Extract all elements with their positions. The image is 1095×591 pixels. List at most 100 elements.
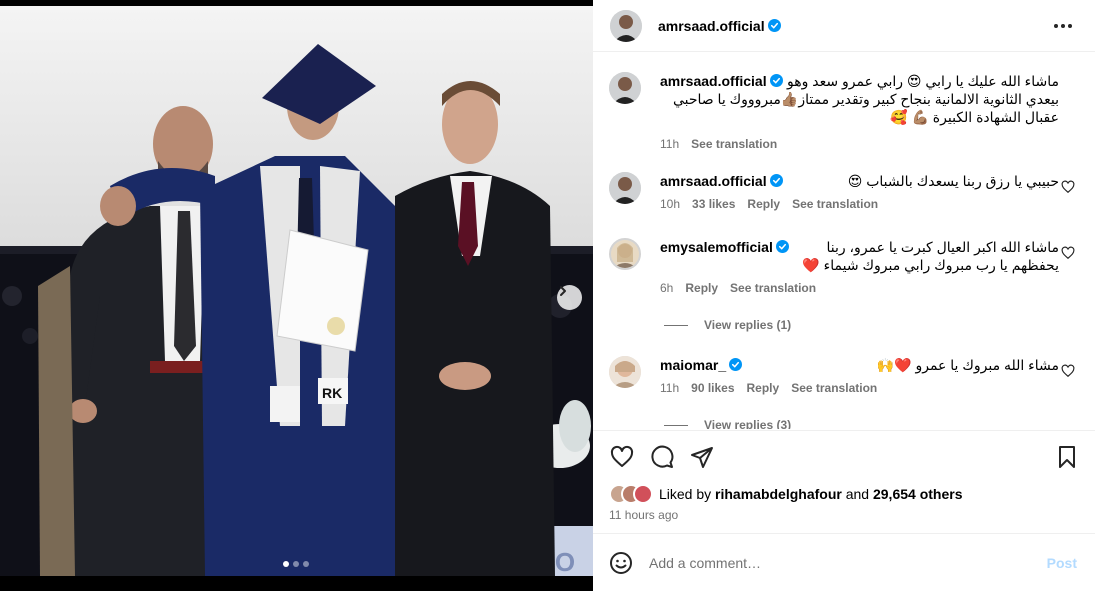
avatar-image	[609, 72, 641, 104]
avatar-image	[609, 356, 641, 388]
view-replies-label[interactable]: View replies (1)	[704, 318, 791, 332]
comment-text: ماشاء الله اكبر العيال كبرت يا عمرو، ربن…	[826, 239, 1060, 255]
post-header: amrsaad.official	[593, 0, 1095, 52]
comment-time[interactable]: 10h	[660, 197, 680, 211]
comment-likes-count[interactable]: 90 likes	[691, 381, 734, 395]
comment-username-text[interactable]: emysalemofficial	[660, 239, 773, 255]
comment-reply-button[interactable]: Reply	[747, 381, 780, 395]
comment-text-2: يحفظهم يا رب مبروك رابي مبروك شيماء ❤️	[802, 257, 1059, 273]
comment-line: مشاء الله مبروك يا عمرو ❤️🙌 maiomar_	[660, 356, 1059, 374]
comment-avatar[interactable]	[609, 356, 641, 388]
comment-reply-button[interactable]: Reply	[685, 281, 718, 295]
comment-like-heart-icon[interactable]	[1061, 246, 1075, 260]
view-replies-line	[664, 424, 688, 426]
more-horizontal-icon	[1054, 24, 1072, 28]
avatar-image	[609, 172, 641, 204]
comment-meta: 6h Reply See translation	[660, 281, 1059, 295]
caption-text-1: ماشاء الله عليك يا رابي 😍 رابي عمرو سعد …	[787, 73, 1059, 89]
comment-likes-count[interactable]: 33 likes	[692, 197, 735, 211]
caption-username-text[interactable]: amrsaad.official	[660, 73, 767, 89]
caption-body: ماشاء الله عليك يا رابي 😍 رابي عمرو سعد …	[660, 72, 1059, 151]
author-username[interactable]: amrsaad.official	[658, 18, 781, 34]
verified-badge-icon	[769, 74, 783, 87]
comment-avatar[interactable]	[609, 172, 641, 204]
post-side-panel: amrsaad.official ماشاء الله عليك يا رابي…	[593, 0, 1095, 591]
comment-reply-button[interactable]: Reply	[747, 197, 780, 211]
comment-meta: 11h 90 likes Reply See translation	[660, 381, 1059, 395]
caption-time[interactable]: 11h	[660, 137, 679, 151]
comment-username[interactable]: maiomar_	[660, 356, 743, 374]
comment-input[interactable]	[649, 554, 1029, 571]
emoji-icon[interactable]	[609, 551, 633, 575]
caption-line-1: ماشاء الله عليك يا رابي 😍 رابي عمرو سعد …	[660, 72, 1059, 90]
author-username-text[interactable]: amrsaad.official	[658, 18, 765, 34]
comment-time[interactable]: 11h	[660, 381, 679, 395]
post-photo[interactable]: SCHUL KAIRO	[0, 6, 593, 576]
comment-item: حبيبي يا رزق ربنا يسعدك بالشباب 😍 amrsaa…	[609, 172, 1079, 216]
svg-text:RK: RK	[322, 385, 342, 401]
post-timestamp[interactable]: 11 hours ago	[609, 508, 678, 522]
graduation-photo: SCHUL KAIRO	[0, 6, 593, 576]
comment-time[interactable]: 6h	[660, 281, 673, 295]
comment-see-translation[interactable]: See translation	[791, 381, 877, 395]
comment-body: ماشاء الله اكبر العيال كبرت يا عمرو، ربن…	[660, 238, 1059, 295]
comment-item: مشاء الله مبروك يا عمرو ❤️🙌 maiomar_ 11h…	[609, 356, 1079, 400]
comment-text: حبيبي يا رزق ربنا يسعدك بالشباب 😍	[847, 173, 1059, 189]
comment-username[interactable]: emysalemofficial	[660, 238, 789, 256]
comment-like-heart-icon[interactable]	[1061, 180, 1075, 194]
comment-like-heart-icon[interactable]	[1061, 364, 1075, 378]
more-options-button[interactable]	[1051, 14, 1075, 38]
carousel-dot	[293, 561, 299, 567]
liker-avatar[interactable]	[633, 484, 653, 504]
chevron-right-icon	[560, 286, 566, 296]
comment-text: مشاء الله مبروك يا عمرو ❤️🙌	[876, 357, 1059, 373]
caption-username[interactable]: amrsaad.official	[660, 72, 783, 90]
verified-badge-icon	[769, 174, 783, 187]
caption-item: ماشاء الله عليك يا رابي 😍 رابي عمرو سعد …	[609, 72, 1079, 152]
comment-username-text[interactable]: amrsaad.official	[660, 173, 767, 189]
comment-see-translation[interactable]: See translation	[792, 197, 878, 211]
likes-summary: Liked by rihamabdelghafour and 29,654 ot…	[609, 484, 962, 504]
carousel-dot-active	[283, 561, 289, 567]
carousel-dot	[303, 561, 309, 567]
likes-user-link[interactable]: rihamabdelghafour	[715, 486, 842, 502]
view-replies-button[interactable]: View replies (3)	[664, 418, 791, 429]
instagram-post-modal: SCHUL KAIRO	[0, 0, 1095, 591]
verified-badge-icon	[775, 240, 789, 253]
comment-meta: 10h 33 likes Reply See translation	[660, 197, 1059, 211]
caption-text-3: عقبال الشهادة الكبيرة 💪🏽 🥰	[890, 109, 1059, 125]
add-comment-bar: Post	[593, 533, 1095, 591]
comment-icon[interactable]	[650, 445, 674, 469]
likes-others-link[interactable]: 29,654 others	[873, 486, 963, 502]
verified-badge-icon	[767, 18, 781, 32]
caption-text-2: بيعدي الثانوية الالمانية بنجاح كبير وتقد…	[672, 91, 1059, 107]
comment-item: ماشاء الله اكبر العيال كبرت يا عمرو، ربن…	[609, 238, 1079, 298]
avatar-image	[611, 240, 639, 268]
caption-meta: 11h See translation	[660, 137, 1059, 151]
comment-avatar[interactable]	[609, 238, 641, 270]
likes-prefix: Liked by	[659, 486, 716, 502]
bookmark-icon[interactable]	[1055, 445, 1079, 469]
comment-see-translation[interactable]: See translation	[730, 281, 816, 295]
comment-body: حبيبي يا رزق ربنا يسعدك بالشباب 😍 amrsaa…	[660, 172, 1059, 211]
likes-text: Liked by rihamabdelghafour and 29,654 ot…	[659, 486, 962, 502]
comment-line: ماشاء الله اكبر العيال كبرت يا عمرو، ربن…	[660, 238, 1059, 256]
view-replies-label[interactable]: View replies (3)	[704, 418, 791, 429]
caption-see-translation[interactable]: See translation	[691, 137, 777, 151]
heart-icon[interactable]	[610, 445, 634, 469]
comment-username[interactable]: amrsaad.official	[660, 172, 783, 190]
view-replies-line	[664, 324, 688, 326]
carousel-next-button[interactable]	[557, 285, 582, 310]
view-replies-button[interactable]: View replies (1)	[664, 318, 791, 332]
verified-badge-icon	[729, 358, 743, 371]
comment-username-text[interactable]: maiomar_	[660, 357, 726, 373]
author-avatar[interactable]	[610, 9, 642, 42]
comments-list[interactable]: ماشاء الله عليك يا رابي 😍 رابي عمرو سعد …	[593, 53, 1095, 429]
caption-author-avatar[interactable]	[609, 72, 641, 104]
post-comment-button[interactable]: Post	[1047, 555, 1077, 571]
likes-and: and	[841, 486, 873, 502]
post-actions-bar	[593, 430, 1095, 482]
share-icon[interactable]	[690, 445, 714, 469]
comment-line: حبيبي يا رزق ربنا يسعدك بالشباب 😍 amrsaa…	[660, 172, 1059, 190]
carousel-dots	[283, 561, 309, 567]
